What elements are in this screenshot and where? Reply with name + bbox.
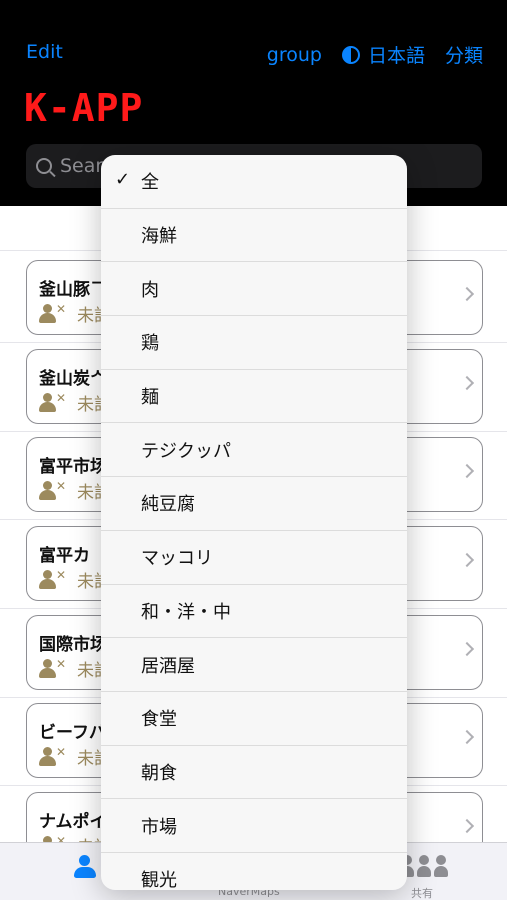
person-x-icon: ✕	[39, 745, 67, 767]
menu-item-market[interactable]: 市場	[101, 799, 407, 853]
menu-item-sightseeing[interactable]: 観光	[101, 853, 407, 890]
chevron-right-icon	[459, 286, 475, 302]
chevron-right-icon	[459, 729, 475, 745]
category-menu: ✓ 全 海鮮 肉 鶏 麺 テジクッパ 純豆腐 マッコリ 和・洋・中 居酒屋 食堂 …	[101, 155, 407, 890]
language-label: 日本語	[367, 45, 425, 67]
tab-label-share[interactable]: 共有	[411, 885, 433, 900]
menu-item-label: 海鮮	[141, 226, 177, 248]
menu-item-breakfast[interactable]: 朝食	[101, 746, 407, 800]
menu-item-noodles[interactable]: 麺	[101, 370, 407, 424]
menu-item-label: 肉	[141, 279, 159, 301]
menu-item-label: 麺	[141, 387, 159, 409]
menu-item-makgeolli[interactable]: マッコリ	[101, 531, 407, 585]
menu-item-izakaya[interactable]: 居酒屋	[101, 638, 407, 692]
menu-item-japanese-western-chinese[interactable]: 和・洋・中	[101, 585, 407, 639]
item-name: 国際市场	[39, 635, 107, 655]
menu-item-label: 鶏	[141, 333, 159, 355]
item-name: 富平市场	[39, 457, 107, 477]
person-x-icon: ✕	[39, 479, 67, 501]
menu-item-meat[interactable]: 肉	[101, 262, 407, 317]
item-name: ナムポイ	[39, 812, 107, 832]
person-x-icon: ✕	[39, 568, 67, 590]
item-name: 富平カ	[39, 546, 90, 566]
menu-item-label: 居酒屋	[141, 655, 195, 677]
menu-item-diner[interactable]: 食堂	[101, 692, 407, 746]
menu-item-label: マッコリ	[141, 548, 213, 570]
search-icon	[36, 158, 52, 174]
tab-person-icon[interactable]	[72, 855, 98, 879]
chevron-right-icon	[459, 641, 475, 657]
item-name: 釜山炭ᄼ	[39, 369, 106, 389]
menu-item-label: 市場	[141, 816, 177, 838]
menu-item-sundubu[interactable]: 純豆腐	[101, 477, 407, 531]
menu-item-label: 純豆腐	[141, 494, 195, 516]
menu-item-tejikuppa[interactable]: テジクッパ	[101, 423, 407, 478]
person-x-icon: ✕	[39, 657, 67, 679]
person-x-icon: ✕	[39, 391, 67, 413]
menu-item-label: 食堂	[141, 709, 177, 731]
nav-right-group: group 日本語 分類	[247, 41, 483, 68]
menu-item-label: テジクッパ	[141, 440, 231, 462]
menu-item-seafood[interactable]: 海鮮	[101, 209, 407, 263]
menu-item-label: 全	[141, 172, 159, 194]
app-title: K-APP	[24, 86, 144, 130]
group-button[interactable]: group	[267, 44, 322, 66]
checkmark-icon: ✓	[115, 169, 131, 190]
menu-item-chicken[interactable]: 鶏	[101, 316, 407, 370]
tab-group-icon[interactable]	[400, 853, 450, 879]
person-x-icon: ✕	[39, 302, 67, 324]
category-button[interactable]: 分類	[445, 41, 483, 68]
chevron-right-icon	[459, 818, 475, 834]
item-name: 釜山豚ᄀ	[39, 280, 106, 300]
edit-button[interactable]: Edit	[26, 41, 63, 63]
menu-item-all[interactable]: ✓ 全	[101, 155, 407, 209]
search-placeholder: Sear	[60, 155, 104, 177]
chevron-right-icon	[459, 375, 475, 391]
menu-item-label: 和・洋・中	[141, 601, 231, 623]
language-button[interactable]: 日本語	[341, 41, 425, 68]
chevron-right-icon	[459, 463, 475, 479]
chevron-right-icon	[459, 552, 475, 568]
menu-item-label: 観光	[141, 870, 177, 890]
menu-item-label: 朝食	[141, 762, 177, 784]
contrast-icon	[341, 45, 360, 64]
item-name: ビーフバ	[39, 723, 106, 743]
